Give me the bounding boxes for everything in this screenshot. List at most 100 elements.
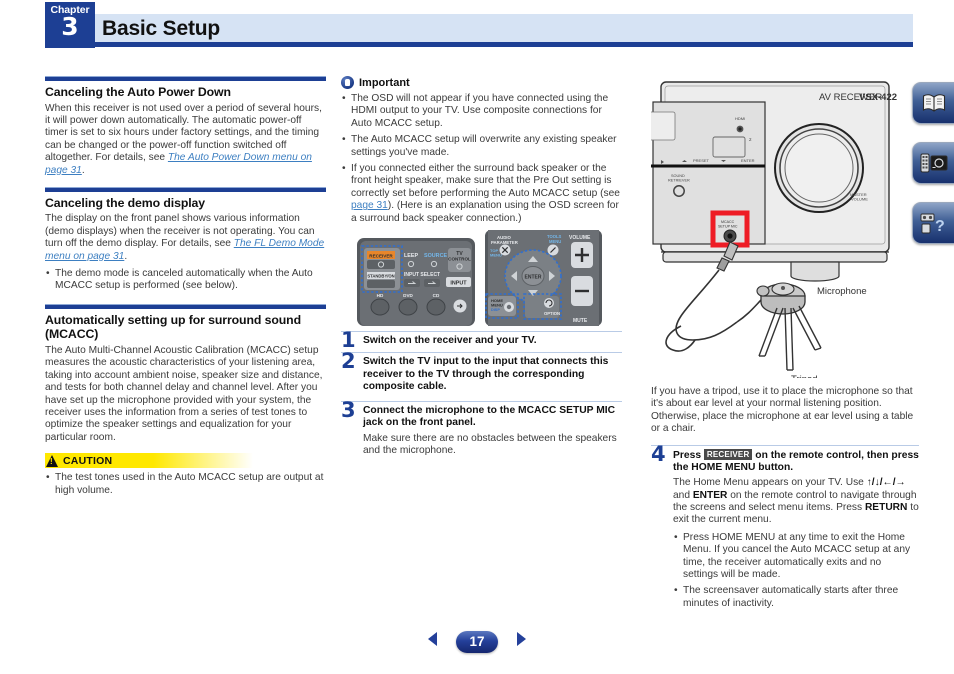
svg-text:VOLUME: VOLUME (569, 235, 591, 241)
sidetab-book[interactable] (912, 82, 954, 124)
list-item: The test tones used in the Auto MCACC se… (45, 472, 326, 497)
body-pre: The Home Menu appears on your TV. Use (673, 477, 867, 489)
svg-text:INPUT SELECT: INPUT SELECT (404, 272, 440, 278)
book-icon (921, 92, 947, 114)
list-item: The Auto MCACC setup will overwrite any … (341, 134, 622, 159)
side-tab-strip: ? (912, 82, 954, 262)
svg-text:OPTION: OPTION (544, 311, 560, 316)
remote-icon (920, 153, 948, 173)
right-column: If you have a tripod, use it to place th… (651, 386, 919, 614)
faq-icon: ? (920, 212, 948, 234)
step-number: 3 (341, 398, 356, 423)
bullet-list-step4: Press HOME MENU at any time to exit the … (673, 532, 919, 610)
section-heading-mcacc: Automatically setting up for surround so… (45, 312, 301, 342)
receiver-illustration: AV RECEIVER VSX-422 HDMI 2 PRESET ENTER … (651, 78, 913, 378)
step-4: 4 Press RECEIVER on the remote control, … (651, 443, 919, 611)
svg-text:HD: HD (377, 293, 384, 298)
important-label: Important (359, 76, 410, 89)
step-title: Switch on the receiver and your TV. (363, 335, 537, 346)
step-divider (341, 401, 622, 403)
step-divider (341, 331, 622, 332)
chapter-tab: Chapter 3 (45, 2, 95, 48)
important-header: Important (341, 76, 622, 89)
list-item: The demo mode is canceled automatically … (45, 268, 326, 293)
step-number: 1 (341, 328, 356, 352)
svg-text:MUTE: MUTE (573, 318, 588, 324)
list-item: Press HOME MENU at any time to exit the … (673, 532, 919, 582)
caution-banner: CAUTION (45, 453, 253, 469)
svg-text:PARAMETER: PARAMETER (491, 240, 519, 245)
important-icon (341, 76, 354, 89)
middle-steps: 1 Switch on the receiver and your TV. 2 … (341, 330, 622, 460)
svg-text:SOUND: SOUND (671, 174, 685, 178)
caution-label: CAUTION (63, 454, 113, 467)
section-divider (45, 76, 326, 81)
title-underline (95, 42, 913, 47)
svg-text:CONTROL: CONTROL (448, 257, 471, 262)
section-heading-auto-power-down: Canceling the Auto Power Down (45, 85, 231, 99)
step-2: 2 Switch the TV input to the input that … (341, 351, 622, 393)
enter-key-label: ENTER (692, 489, 728, 501)
link-page-31[interactable]: page 31 (351, 200, 388, 211)
svg-text:SETUP MIC: SETUP MIC (718, 225, 738, 229)
svg-text:ENTER: ENTER (741, 158, 755, 163)
bullet-list-demo-display: The demo mode is canceled automatically … (45, 268, 326, 293)
section-heading-demo-display: Canceling the demo display (45, 195, 206, 210)
receiver-keycap: RECEIVER (703, 448, 753, 460)
svg-text:PRESET: PRESET (693, 158, 710, 163)
microphone-callout-text: Microphone (817, 286, 867, 297)
svg-text:RECEIVER: RECEIVER (369, 254, 393, 259)
step-number: 4 (651, 441, 666, 466)
remote-control-illustration: RECEIVER STANDBY/ON LEEP SOURCE TV CONTR… (356, 230, 602, 326)
page-title: Basic Setup (102, 17, 221, 40)
svg-text:DVD: DVD (403, 293, 413, 298)
page-number: 17 (456, 630, 498, 653)
svg-text:VOLUME: VOLUME (851, 197, 868, 202)
chapter-number: 3 (61, 12, 79, 41)
triangle-right-icon[interactable] (512, 630, 530, 653)
svg-text:MCACC: MCACC (721, 220, 735, 224)
step-body: The Home Menu appears on your TV. Use ↑/… (673, 477, 919, 527)
step-divider (341, 352, 622, 354)
step-1: 1 Switch on the receiver and your TV. (341, 330, 622, 351)
body-mid: and (673, 489, 693, 501)
svg-text:LEEP: LEEP (404, 253, 418, 259)
arrow-keys-glyphs: ↑/↓/←/→ (866, 477, 906, 489)
svg-text:?: ? (935, 218, 945, 234)
left-column: Canceling the Auto Power Down When this … (45, 76, 326, 501)
svg-text:INPUT: INPUT (450, 281, 467, 287)
step-title: Switch the TV input to the input that co… (363, 356, 609, 392)
manual-page: Chapter 3 Basic Setup Canceling the Auto… (0, 0, 954, 674)
step-body: Make sure there are no obstacles between… (363, 432, 617, 457)
svg-text:CD: CD (433, 293, 440, 298)
sidetab-faq[interactable]: ? (912, 202, 954, 244)
section-divider (45, 186, 326, 192)
list-item: The OSD will not appear if you have conn… (341, 93, 622, 130)
svg-text:HDMI: HDMI (735, 116, 745, 121)
sidetab-remote[interactable] (912, 142, 954, 184)
middle-column: Important The OSD will not appear if you… (341, 76, 622, 229)
section-divider (45, 303, 326, 309)
triangle-left-icon[interactable] (424, 630, 442, 653)
step-number: 2 (341, 349, 356, 374)
svg-text:SOURCE: SOURCE (424, 253, 447, 259)
page-footer: 17 (0, 630, 954, 653)
step-divider (651, 444, 919, 446)
return-key-label: RETURN (864, 502, 908, 514)
list-item-tail: ). (Here is an explanation using the OSD… (351, 200, 619, 224)
step-3: 3 Connect the microphone to the MCACC SE… (341, 400, 622, 457)
step-title: Press RECEIVER on the remote control, th… (673, 448, 919, 475)
bullet-list-important: The OSD will not appear if you have conn… (341, 93, 622, 225)
paragraph-demo-display: The display on the front panel shows var… (45, 213, 326, 263)
svg-text:RETRIEVER: RETRIEVER (668, 179, 690, 183)
svg-text:MENU: MENU (549, 239, 561, 244)
list-item: The screensaver automatically starts aft… (673, 585, 919, 610)
list-item: If you connected either the surround bac… (341, 163, 622, 225)
bullet-list-caution: The test tones used in the Auto MCACC se… (45, 472, 326, 497)
warning-triangle-icon (46, 454, 58, 467)
receiver-model-text: VSX-422 (859, 92, 897, 103)
svg-text:DISP: DISP (491, 308, 500, 312)
paragraph-tail: . (81, 164, 85, 176)
svg-text:MENU: MENU (491, 303, 503, 308)
svg-text:ENTER: ENTER (525, 275, 542, 281)
